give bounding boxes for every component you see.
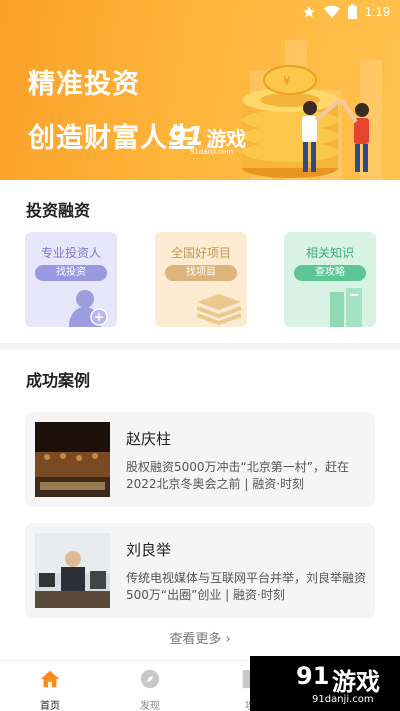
watermark-number: 91 bbox=[296, 662, 330, 690]
tile-knowledge[interactable]: 相关知识 查攻略 bbox=[284, 232, 376, 327]
case-photo bbox=[35, 422, 110, 497]
tab-discover[interactable]: 发现 bbox=[120, 661, 180, 711]
tab-label: 首页 bbox=[40, 701, 60, 711]
watermark-url: 91danji.com bbox=[312, 694, 374, 705]
status-time: 1:19 bbox=[364, 4, 390, 19]
layers-icon bbox=[196, 294, 242, 326]
tile-investor[interactable]: 专业投资人 找投资 bbox=[25, 232, 117, 327]
watermark-url: 91danji.com bbox=[190, 148, 234, 156]
banner-headline: 精准投资 bbox=[28, 69, 140, 100]
compass-icon bbox=[140, 669, 160, 689]
svg-text:¥: ¥ bbox=[283, 74, 291, 88]
case-description: 传统电视媒体与互联网平台并举，刘良举融资500万“出圈”创业 | 融资·时刻 bbox=[126, 571, 367, 602]
watermark-text: 游戏 bbox=[332, 668, 380, 696]
case-card[interactable]: 刘良举 传统电视媒体与互联网平台并举，刘良举融资500万“出圈”创业 | 融资·… bbox=[25, 523, 375, 618]
home-icon bbox=[40, 670, 60, 688]
coin-stack-illustration: ¥ bbox=[242, 65, 369, 178]
user-plus-icon bbox=[69, 290, 108, 327]
wifi-icon bbox=[323, 5, 340, 18]
tile-label: 相关知识 bbox=[305, 246, 354, 260]
find-project-button[interactable]: 找项目 bbox=[165, 265, 237, 281]
case-photo bbox=[35, 533, 110, 608]
star-icon bbox=[302, 5, 315, 17]
case-card[interactable]: 赵庆柱 股权融资5000万冲击“北京第一村”，赶在2022北京冬奥会之前 | 融… bbox=[25, 412, 375, 507]
status-bar: 1:19 bbox=[0, 0, 400, 24]
hero-banner[interactable]: ¥ 精准投资 创造财富人生 91 游戏 91danji.com bbox=[0, 0, 400, 180]
view-guide-button[interactable]: 查攻略 bbox=[294, 265, 366, 281]
case-description: 股权融资5000万冲击“北京第一村”，赶在2022北京冬奥会之前 | 融资·时刻 bbox=[126, 460, 349, 491]
case-name: 赵庆柱 bbox=[126, 430, 172, 448]
case-name: 刘良举 bbox=[126, 541, 172, 559]
section-title-cases: 成功案例 bbox=[26, 371, 91, 390]
view-more-link[interactable]: 查看更多 › bbox=[16, 622, 384, 658]
book-icon bbox=[330, 288, 362, 327]
tab-label: 发现 bbox=[140, 701, 160, 711]
tab-home[interactable]: 首页 bbox=[20, 661, 80, 711]
view-more-label: 查看更多 bbox=[169, 632, 222, 647]
section-title-invest: 投资融资 bbox=[26, 201, 91, 220]
watermark-badge: 91 游戏 91danji.com bbox=[250, 656, 400, 711]
find-investment-button[interactable]: 找投资 bbox=[35, 265, 107, 281]
tile-projects[interactable]: 全国好项目 找项目 bbox=[155, 232, 247, 327]
chevron-right-icon: › bbox=[225, 632, 231, 647]
tile-label: 全国好项目 bbox=[170, 246, 231, 260]
battery-icon bbox=[347, 4, 357, 19]
tile-label: 专业投资人 bbox=[40, 246, 101, 260]
